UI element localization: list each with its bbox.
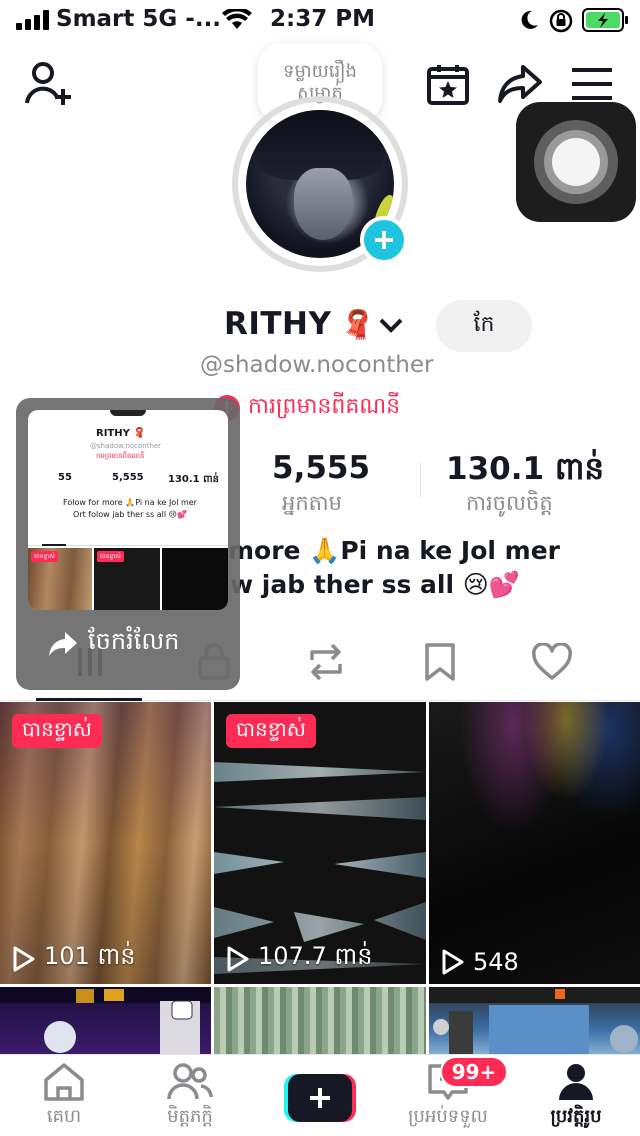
thumb-warning: ការព្រមានពីគណនី — [96, 452, 145, 460]
add-friend-button[interactable] — [20, 58, 76, 110]
friends-icon — [167, 1063, 213, 1100]
thumb-pin: បានខ្ទាស់ — [31, 551, 58, 562]
wifi-icon — [222, 9, 252, 29]
cellular-signal-icon — [16, 10, 49, 30]
nav-profile-label: ប្រវត្តិរូប — [550, 1106, 602, 1127]
thumb-pin: បានខ្ទាស់ — [97, 551, 124, 562]
close-share-button[interactable] — [192, 410, 228, 446]
view-count-text: 107.7 ពាន់ — [258, 942, 373, 970]
thumb-bio-2: Ort folow jab ther ss all 😢💕 — [73, 510, 187, 519]
video-thumbnail[interactable] — [429, 987, 640, 1057]
thumb-username: @shadow.noconther — [90, 442, 162, 450]
rotation-lock-icon — [549, 9, 573, 33]
play-icon — [227, 946, 249, 971]
view-count: 548 — [441, 948, 519, 976]
add-user-icon — [25, 62, 71, 105]
thumb-name: RITHY 🧣 — [96, 428, 146, 439]
username: @shadow.noconther — [200, 352, 434, 378]
likes-label: ការចូលចិត្ត — [466, 491, 553, 515]
tab-reposts[interactable] — [296, 636, 356, 688]
game-preview-image — [0, 987, 211, 1055]
add-story-button[interactable] — [360, 216, 408, 264]
nav-inbox-label: ប្រអប់ទទួល — [408, 1106, 488, 1127]
pinned-badge: បានខ្ទាស់ — [12, 714, 102, 748]
nav-friends-label: មិត្តភក្តិ — [167, 1106, 213, 1127]
play-icon — [13, 946, 35, 971]
view-count: 107.7 ពាន់ — [226, 941, 372, 976]
thumb-tabs — [28, 532, 228, 546]
plus-icon — [375, 231, 393, 249]
plus-icon — [310, 1088, 330, 1108]
likes-count[interactable]: 130.1 ពាន់ — [446, 450, 604, 495]
profile-person-icon — [559, 1064, 593, 1100]
nav-friends[interactable]: មិត្តភក្តិ — [130, 1062, 250, 1134]
share-arrow-icon — [498, 65, 542, 103]
thumb-stat-following: 55 — [58, 472, 72, 483]
thumb-video — [162, 548, 228, 610]
create-video-button[interactable] — [284, 1074, 356, 1122]
heart-icon — [532, 643, 572, 680]
edit-profile-button[interactable]: កែ — [436, 300, 532, 352]
share-profile-button[interactable] — [494, 60, 546, 108]
account-warning-link[interactable]: ! ការព្រមានពីគណនី — [214, 392, 400, 424]
repost-icon — [310, 643, 342, 681]
battery-charging-icon — [582, 8, 628, 32]
home-icon — [44, 1063, 84, 1101]
video-thumbnail[interactable] — [214, 987, 426, 1057]
thumb-video: បានខ្ទាស់ — [94, 548, 160, 610]
share-arrow-icon — [49, 631, 77, 656]
do-not-disturb-moon-icon — [521, 10, 538, 29]
account-warning-text: ការព្រមានពីគណនី — [248, 394, 401, 419]
view-count-text: 548 — [473, 948, 519, 976]
thumb-stat-likes: 130.1 ពាន់ — [168, 474, 219, 485]
share-action-button[interactable]: ចែករំលែក — [48, 626, 179, 661]
pinned-badge: បានខ្ទាស់ — [226, 714, 316, 748]
bio-line-1: more 🙏Pi na ke Jol mer — [228, 536, 561, 565]
clock-time: 2:37 PM — [270, 6, 375, 32]
video-thumbnail[interactable]: បានខ្ទាស់ 107.7 ពាន់ — [214, 702, 426, 984]
tab-favorites[interactable] — [410, 636, 470, 688]
status-bar: Smart 5G -... 2:37 PM — [0, 0, 640, 40]
profile-name: RITHY — [224, 306, 332, 342]
video-thumbnail[interactable] — [0, 987, 211, 1057]
nav-profile[interactable]: ប្រវត្តិរូប — [516, 1062, 636, 1134]
stats-divider — [420, 462, 421, 498]
followers-label: អ្នកតាម — [282, 491, 342, 515]
thumb-stat-followers: 5,555 — [112, 472, 144, 483]
menu-button[interactable] — [566, 60, 618, 108]
nav-home-label: គេហ — [46, 1106, 82, 1127]
thumb-video: បានខ្ទាស់ — [28, 548, 92, 610]
share-label: ចែករំលែក — [88, 627, 180, 655]
inbox-unread-badge: 99+ — [440, 1056, 508, 1088]
nav-home[interactable]: គេហ — [4, 1062, 124, 1134]
followers-count[interactable]: 5,555 — [272, 450, 370, 486]
view-count-text: 101 ពាន់ — [44, 942, 136, 970]
video-thumbnail[interactable]: 548 — [429, 702, 640, 984]
thumb-bio-1: Folow for more 🙏Pi na ke Jol mer — [63, 498, 197, 507]
video-thumbnail[interactable]: បានខ្ទាស់ 101 ពាន់ — [0, 702, 211, 984]
bookmark-icon — [425, 643, 455, 681]
play-icon — [442, 949, 464, 975]
events-calendar-button[interactable] — [422, 60, 474, 108]
close-icon — [201, 419, 219, 437]
chevron-down-icon[interactable] — [378, 316, 404, 334]
bio-line-2: w jab ther ss all 😢💕 — [230, 570, 520, 599]
tab-liked[interactable] — [522, 636, 582, 688]
carrier-label: Smart 5G -... — [56, 6, 222, 32]
hamburger-menu-icon — [572, 68, 612, 100]
assistive-touch-button[interactable] — [516, 102, 636, 222]
calendar-star-icon — [427, 65, 469, 105]
view-count: 101 ពាន់ — [12, 941, 136, 976]
name-emoji: 🧣 — [340, 308, 375, 341]
active-tab-indicator — [36, 698, 142, 701]
game-preview-image — [429, 987, 640, 1057]
